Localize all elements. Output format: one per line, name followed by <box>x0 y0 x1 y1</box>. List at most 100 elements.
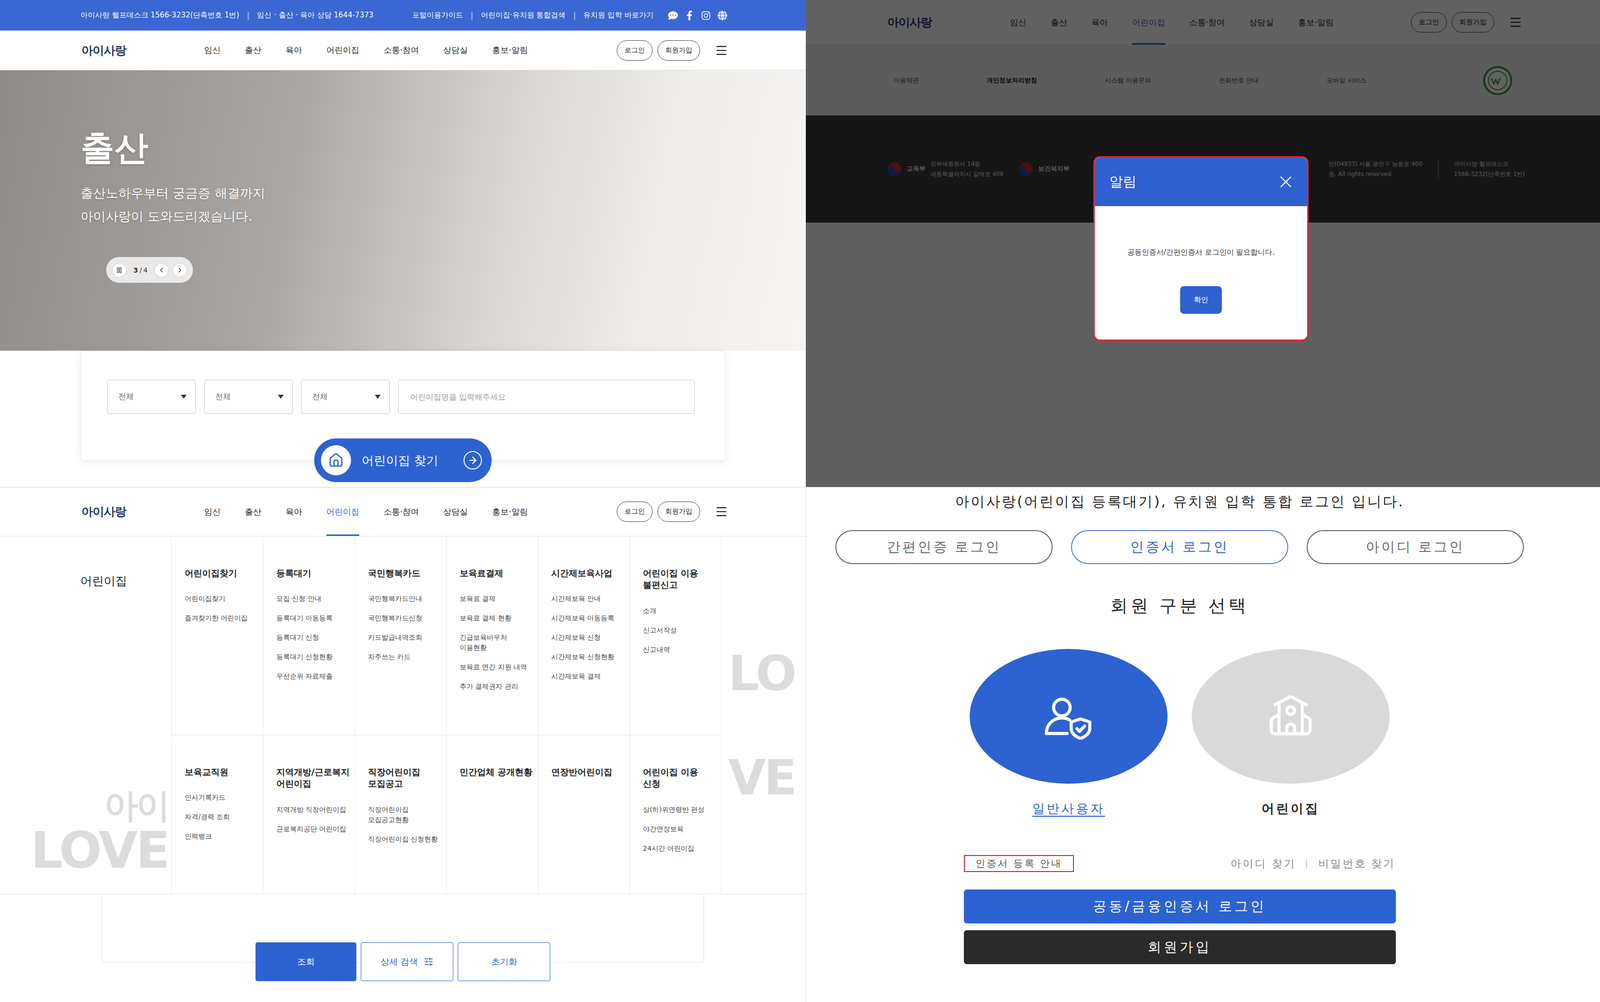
site-logo[interactable]: 아이사랑 <box>81 42 122 59</box>
pager-button[interactable] <box>154 262 169 278</box>
menu-section-title[interactable]: 어린이집 이용 불편신고 <box>642 567 719 592</box>
nav-item[interactable]: 출산 <box>244 487 262 536</box>
menu-item[interactable]: 인력뱅크 <box>184 831 260 842</box>
find-account-link[interactable]: 비밀번호 찾기 <box>1318 856 1396 871</box>
header-button[interactable]: 로그인 <box>616 40 653 61</box>
modal-close-button[interactable] <box>1276 172 1296 192</box>
daycare-name-input[interactable] <box>398 379 695 414</box>
find-account-link[interactable]: 아이디 찾기 <box>1230 856 1296 871</box>
nav-item[interactable]: 상담실 <box>443 487 468 536</box>
menu-item[interactable]: 24시간 어린이집 <box>642 843 719 854</box>
menu-item[interactable]: 모집·신청 안내 <box>276 593 352 604</box>
menu-section-title[interactable]: 지역개방/근로복지 어린이집 <box>276 766 352 790</box>
nav-item[interactable]: 소통·참여 <box>383 487 419 536</box>
menu-item[interactable]: 시간제보육 신청현황 <box>551 651 627 662</box>
menu-button[interactable] <box>714 504 729 519</box>
nav-item[interactable]: 소통·참여 <box>383 30 419 70</box>
region-select[interactable]: 전체 <box>204 379 293 414</box>
menu-item[interactable]: 등록대기 신청 <box>276 632 352 643</box>
menu-item[interactable]: 근로복지공단 어린이집 <box>276 823 352 834</box>
nav-item[interactable]: 육아 <box>285 487 303 536</box>
menu-item[interactable]: 자주쓰는 카드 <box>368 651 444 662</box>
top-bar-link[interactable]: 유치원 입학 바로가기 <box>583 10 654 20</box>
region-select[interactable]: 전체 <box>107 379 196 414</box>
kakao-talk-icon[interactable] <box>668 10 678 21</box>
menu-item[interactable]: 등록대기 신청현황 <box>276 651 352 662</box>
header-button[interactable]: 회원가입 <box>657 501 701 522</box>
menu-item[interactable]: 시간제보육 안내 <box>551 593 627 604</box>
menu-section-title[interactable]: 보육료결제 <box>459 567 535 579</box>
confirm-button[interactable]: 확인 <box>1180 286 1222 314</box>
find-daycare-button[interactable]: 어린이집 찾기 <box>314 438 492 482</box>
nav-item[interactable]: 상담실 <box>443 30 468 70</box>
region-select[interactable]: 전체 <box>301 379 390 414</box>
join-button[interactable]: 회원가입 <box>963 929 1396 964</box>
menu-section-title[interactable]: 민간업체 공개현황 <box>459 766 535 778</box>
menu-button[interactable] <box>714 43 729 58</box>
menu-item[interactable]: 시간제보육 신청 <box>551 632 627 643</box>
globe-icon[interactable] <box>717 10 728 21</box>
menu-item[interactable]: 소개 <box>642 605 719 616</box>
menu-item[interactable]: 시간제보육 아동등록 <box>551 612 627 624</box>
menu-section-title[interactable]: 어린이집찾기 <box>184 567 260 579</box>
certificate-login-button[interactable]: 공동/금융인증서 로그인 <box>963 889 1396 924</box>
menu-item[interactable]: 보육료 결제 <box>459 593 535 604</box>
menu-item[interactable]: 국민행복카드안내 <box>368 593 444 604</box>
nav-item[interactable]: 어린이집 <box>326 30 360 70</box>
nav-item[interactable]: 임신 <box>204 487 221 536</box>
form-button[interactable]: 상세 검색 <box>360 942 454 981</box>
header-button[interactable]: 로그인 <box>616 501 653 522</box>
menu-item[interactable]: 직장어린이집 모집공고현황 <box>368 804 444 825</box>
pager-button[interactable] <box>112 262 127 278</box>
menu-section-title[interactable]: 등록대기 <box>276 567 352 579</box>
form-button[interactable]: 초기화 <box>457 942 551 981</box>
login-tab[interactable]: 인증서 로그인 <box>1071 529 1289 564</box>
menu-section-title[interactable]: 국민행복카드 <box>368 567 444 579</box>
nav-item[interactable]: 육아 <box>285 30 303 70</box>
menu-item[interactable]: 어린이집찾기 <box>184 593 260 604</box>
pager-button[interactable] <box>172 262 188 278</box>
hamburger-icon[interactable] <box>714 43 729 58</box>
menu-section-title[interactable]: 어린이집 이용 신청 <box>642 766 719 790</box>
header-button[interactable]: 회원가입 <box>657 40 701 61</box>
menu-item[interactable]: 긴급보육바우처 이용현황 <box>459 632 535 653</box>
menu-item[interactable]: 인사기록카드 <box>184 792 260 803</box>
nav-item[interactable]: 홍보·알림 <box>492 30 528 70</box>
top-bar-link[interactable]: 포털이용가이드 <box>412 10 464 20</box>
menu-section-title[interactable]: 직장어린이집 모집공고 <box>368 766 444 790</box>
nav-item[interactable]: 어린이집 <box>326 487 360 536</box>
menu-section-title[interactable]: 시간제보육사업 <box>551 567 627 579</box>
member-type-option[interactable]: 어린이집 <box>1191 648 1390 817</box>
menu-item[interactable]: 지역개방 직장어린이집 <box>276 804 352 815</box>
login-tab[interactable]: 간편인증 로그인 <box>835 529 1053 564</box>
site-logo[interactable]: 아이사랑 <box>81 503 122 520</box>
menu-section-title[interactable]: 연장반어린이집 <box>551 766 627 778</box>
menu-section-title[interactable]: 보육교직원 <box>184 766 260 778</box>
menu-item[interactable]: 등록대기 아동등록 <box>276 612 352 624</box>
nav-item[interactable]: 임신 <box>204 30 221 70</box>
menu-item[interactable]: 즐겨찾기한 어린이집 <box>184 612 260 624</box>
menu-item[interactable]: 보육료 연간 지원 내역 <box>459 661 535 672</box>
nav-item[interactable]: 홍보·알림 <box>492 487 528 536</box>
member-type-option[interactable]: 일반사용자 <box>969 648 1168 817</box>
instagram-icon[interactable] <box>701 10 711 21</box>
menu-item[interactable]: 우선순위 자료제출 <box>276 671 352 682</box>
menu-item[interactable]: 신고서작성 <box>642 624 719 636</box>
login-tab[interactable]: 아이디 로그인 <box>1306 529 1524 564</box>
certificate-guide-link[interactable]: 인증서 등록 안내 <box>963 854 1075 872</box>
form-button[interactable]: 조회 <box>255 942 357 981</box>
menu-item[interactable]: 국민행복카드신청 <box>368 612 444 624</box>
nav-item[interactable]: 출산 <box>244 30 262 70</box>
menu-item[interactable]: 자격/경력 조회 <box>184 811 260 822</box>
menu-item[interactable]: 추가 결제권자 관리 <box>459 681 535 692</box>
menu-item[interactable]: 보육료 결제 현황 <box>459 612 535 624</box>
menu-item[interactable]: 야간연장보육 <box>642 823 719 834</box>
facebook-icon[interactable] <box>684 10 695 21</box>
menu-item[interactable]: 카드발급내역조회 <box>368 632 444 643</box>
hamburger-icon[interactable] <box>714 504 729 519</box>
menu-item[interactable]: 상(하)위연령반 편성 <box>642 804 719 815</box>
menu-item[interactable]: 신고내역 <box>642 644 719 655</box>
menu-item[interactable]: 시간제보육 결제 <box>551 671 627 682</box>
menu-item[interactable]: 직장어린이집 신청현황 <box>368 833 444 845</box>
top-bar-link[interactable]: 어린이집·유치원 통합검색 <box>480 10 566 20</box>
